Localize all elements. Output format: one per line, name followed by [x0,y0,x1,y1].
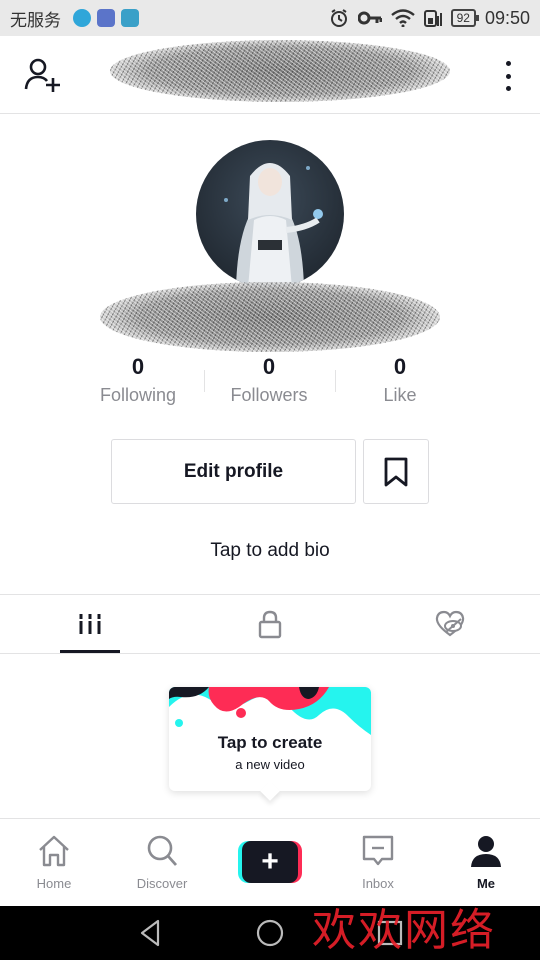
add-bio-prompt[interactable]: Tap to add bio [0,540,540,562]
grid-icon [78,614,102,634]
lock-icon [258,610,282,639]
edit-profile-button[interactable]: Edit profile [111,439,356,504]
person-icon [471,836,501,867]
battery-indicator: 92 [450,9,480,27]
bottom-navigation: Home Discover + Inbox Me [0,818,540,906]
carrier-label: 无服务 [10,10,61,31]
stat-followers[interactable]: 0 Followers [204,352,334,406]
active-tab-indicator [60,650,120,653]
stat-value: 0 [393,354,407,379]
stat-likes[interactable]: 0 Like [335,352,465,406]
profile-stats: 0 Following 0 Followers 0 Like [0,352,540,414]
nav-label: Inbox [362,876,394,891]
stat-label: Like [383,385,417,405]
stat-value: 0 [131,354,145,379]
avatar-photo [196,140,344,288]
watermark-text: 欢欢网络 [312,905,496,956]
stat-value: 0 [262,354,276,379]
content-tabs [0,594,540,654]
wifi-icon [390,9,415,27]
stat-label: Following [99,385,177,405]
nav-label: Home [36,876,72,891]
search-icon [147,835,178,866]
avatar[interactable] [196,140,344,288]
create-card-subtitle: a new video [235,757,305,772]
card-artwork [169,687,371,737]
plus-icon: + [242,841,298,883]
status-bar: 无服务 92 09:50 [0,0,540,36]
more-options-button[interactable] [498,58,518,94]
nav-home[interactable]: Home [0,819,108,907]
heart-hidden-icon [435,610,465,637]
create-video-card[interactable]: Tap to create a new video [169,687,371,801]
card-pointer [260,781,280,801]
stat-following[interactable]: 0 Following [73,352,203,406]
vertical-dots-icon [505,61,511,66]
nav-label: Me [476,876,496,891]
gallery-app-icon [121,9,139,27]
bookmark-icon [384,457,408,486]
inbox-icon [362,835,394,866]
create-button[interactable]: + [238,841,302,883]
tab-private[interactable] [180,595,360,653]
tab-liked[interactable] [360,595,540,653]
create-card-title: Tap to create [217,733,323,752]
home-circle-icon[interactable] [255,918,285,948]
clock: 09:50 [484,7,530,28]
heart-app-icon [97,9,115,27]
home-icon [39,835,69,867]
add-friend-button[interactable] [22,56,62,96]
signal-icon [423,10,442,27]
app-notification-icon [73,9,91,27]
person-plus-icon [24,58,60,92]
alarm-icon [330,9,347,27]
key-icon [357,11,382,25]
back-icon[interactable] [136,918,166,948]
redacted-username [100,282,440,352]
redacted-display-name [110,40,450,102]
favorites-button[interactable] [363,439,429,504]
stat-label: Followers [230,385,308,405]
profile-header [0,36,540,114]
nav-label: Discover [136,876,188,891]
tab-videos[interactable] [0,595,180,653]
nav-discover[interactable]: Discover [108,819,216,907]
